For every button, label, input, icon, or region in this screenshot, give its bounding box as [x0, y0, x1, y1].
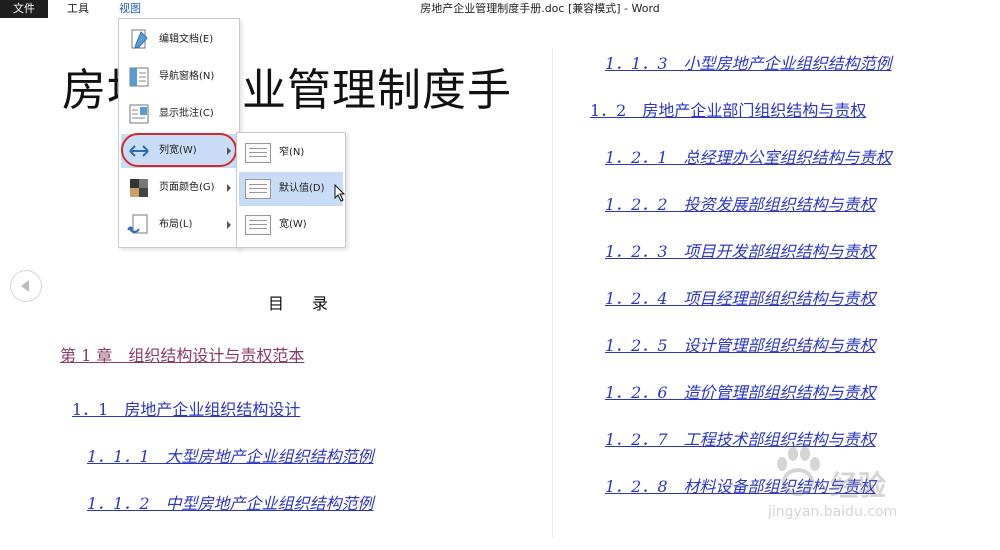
- toc-link-1-2-4[interactable]: 1．2．4 项目经理部组织结构与责权: [605, 285, 876, 309]
- watermark-brand: 经验: [830, 469, 887, 502]
- column-width-icon: [129, 145, 149, 157]
- menu-item-label: 导航窗格(N): [159, 71, 215, 82]
- layout-icon: [127, 214, 148, 234]
- navigation-pane-icon: [129, 67, 149, 87]
- submenu-item-label: 宽(W): [279, 219, 307, 230]
- watermark-url: jingyan.baidu.com: [768, 504, 898, 520]
- toc-link-1-1-3[interactable]: 1．1．3 小型房地产企业组织结构范例: [605, 50, 892, 74]
- default-column-icon: [245, 179, 271, 199]
- toc-link-1-2-6[interactable]: 1．2．6 造价管理部组织结构与责权: [605, 379, 876, 403]
- mouse-cursor-icon: [334, 184, 346, 202]
- submenu-item-wide[interactable]: 宽(W): [239, 208, 343, 242]
- toc-link-1-2[interactable]: 1．2 房地产企业部门组织结构与责权: [590, 97, 866, 121]
- submenu-item-label: 窄(N): [279, 147, 305, 158]
- menu-tools[interactable]: 工具: [60, 0, 96, 18]
- submenu-arrow-icon: [227, 221, 231, 229]
- submenu-arrow-icon: [227, 147, 231, 155]
- toc-link-1-1-2[interactable]: 1．1．2 中型房地产企业组织结构范例: [87, 490, 374, 514]
- toc-link-1-2-3[interactable]: 1．2．3 项目开发部组织结构与责权: [605, 238, 876, 262]
- menu-item-page-color[interactable]: 页面颜色(G): [121, 171, 237, 205]
- menu-item-label: 列宽(W): [159, 145, 197, 156]
- submenu-arrow-icon: [227, 184, 231, 192]
- menu-file[interactable]: 文件: [0, 0, 48, 18]
- submenu-item-narrow[interactable]: 窄(N): [239, 136, 343, 170]
- toc-link-1-1-1[interactable]: 1．1．1 大型房地产企业组织结构范例: [87, 443, 374, 467]
- toc-link-chapter-1[interactable]: 第 1 章 组织结构设计与责权范本: [60, 342, 304, 366]
- previous-page-button[interactable]: [10, 270, 42, 302]
- page-color-icon: [130, 179, 148, 197]
- narrow-column-icon: [245, 143, 271, 163]
- menu-item-layout[interactable]: 布局(L): [121, 208, 237, 242]
- menu-item-show-comments[interactable]: 显示批注(C): [121, 97, 237, 131]
- menu-item-column-width[interactable]: 列宽(W): [121, 134, 237, 168]
- menu-item-label: 编辑文档(E): [159, 34, 214, 45]
- submenu-item-label: 默认值(D): [279, 183, 325, 194]
- toc-link-1-2-5[interactable]: 1．2．5 设计管理部组织结构与责权: [605, 332, 876, 356]
- left-arrow-icon: [21, 280, 29, 292]
- paw-logo-icon: [777, 447, 820, 496]
- show-comments-icon: [129, 104, 149, 124]
- document-page-left: 房地产企业管理制度手 目 录 第 1 章 组织结构设计与责权范本 1．1 房地产…: [40, 40, 540, 550]
- edit-document-icon: [131, 29, 148, 49]
- toc-link-1-1[interactable]: 1．1 房地产企业组织结构设计: [72, 396, 300, 420]
- menu-item-edit-document[interactable]: 编辑文档(E): [121, 23, 237, 57]
- menu-item-label: 显示批注(C): [159, 108, 214, 119]
- page-divider: [552, 48, 553, 538]
- submenu-item-default[interactable]: 默认值(D): [239, 172, 343, 206]
- menu-item-label: 布局(L): [159, 219, 193, 230]
- toc-heading: 目 录: [268, 294, 335, 313]
- column-width-submenu: 窄(N) 默认值(D) 宽(W): [236, 132, 346, 248]
- menu-view[interactable]: 视图: [112, 0, 148, 18]
- toc-link-1-2-2[interactable]: 1．2．2 投资发展部组织结构与责权: [605, 191, 876, 215]
- menu-bar: 文件 工具 视图 房地产企业管理制度手册.doc [兼容模式] - Word: [0, 0, 1000, 18]
- menu-item-label: 页面颜色(G): [159, 182, 215, 193]
- wide-column-icon: [245, 215, 271, 235]
- menu-item-navigation-pane[interactable]: 导航窗格(N): [121, 60, 237, 94]
- toc-link-1-2-1[interactable]: 1．2．1 总经理办公室组织结构与责权: [605, 144, 892, 168]
- watermark: 经验 jingyan.baidu.com: [768, 442, 948, 532]
- view-menu-dropdown: 编辑文档(E) 导航窗格(N) 显示批注(C) 列宽(W) 页面颜色(G) 布局…: [118, 18, 240, 248]
- window-title: 房地产企业管理制度手册.doc [兼容模式] - Word: [420, 2, 660, 15]
